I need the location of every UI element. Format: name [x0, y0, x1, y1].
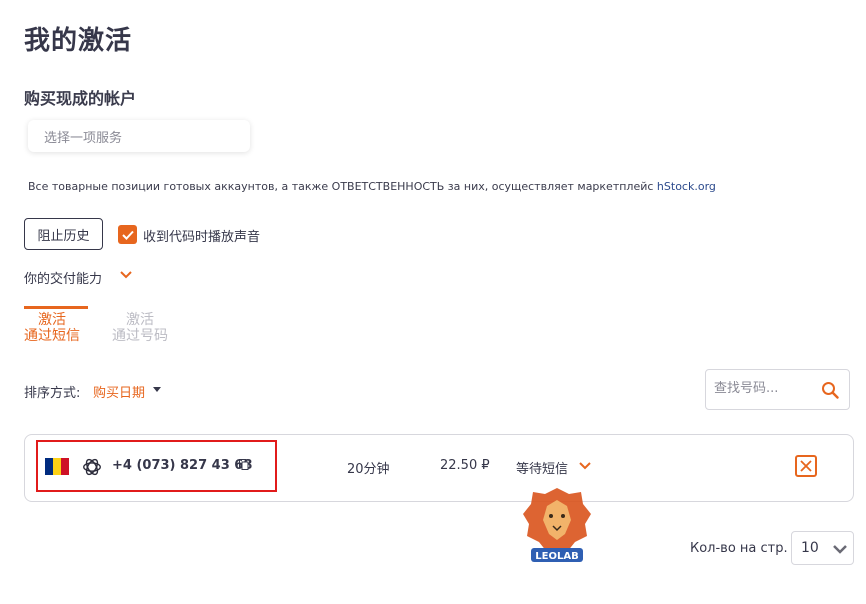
svg-text:LEOLAB: LEOLAB	[535, 551, 578, 562]
caret-down-icon[interactable]	[153, 387, 161, 392]
per-page-value: 10	[801, 540, 819, 556]
copy-icon[interactable]	[239, 459, 249, 470]
hstock-link[interactable]: hStock.org	[657, 180, 716, 193]
romania-flag-icon	[45, 458, 69, 475]
active-tab-indicator	[24, 306, 88, 309]
sort-label: 排序方式:	[24, 386, 81, 401]
block-history-button[interactable]: 阻止历史	[24, 218, 103, 250]
delivery-capacity-label[interactable]: 你的交付能力	[24, 268, 102, 287]
chevron-down-icon	[833, 545, 847, 554]
buy-accounts-title: 购买现成的帐户	[24, 89, 137, 108]
sound-checkbox-label[interactable]: 收到代码时播放声音	[143, 226, 260, 245]
openai-icon	[83, 458, 101, 476]
service-select[interactable]: 选择一项服务	[28, 120, 250, 152]
disclaimer-text: Все товарные позиции готовых аккаунтов, …	[28, 180, 657, 193]
service-select-placeholder: 选择一项服务	[44, 131, 123, 146]
checkmark-icon	[121, 230, 134, 240]
phone-number: +4 (073) 827 43 68	[112, 458, 253, 473]
tab-activation-sms[interactable]: 激活 通过短信	[24, 312, 80, 344]
sort-dropdown[interactable]: 购买日期	[93, 382, 145, 401]
lion-logo-icon: LEOLAB	[523, 488, 591, 562]
tab-activation-number[interactable]: 激活 通过号码	[112, 312, 168, 344]
per-page-label: Кол-во на стр.	[690, 541, 788, 556]
cancel-activation-button[interactable]	[795, 455, 817, 477]
chevron-down-icon[interactable]	[578, 460, 592, 472]
close-icon	[800, 460, 812, 472]
activation-price: 22.50 ₽	[440, 458, 490, 473]
sound-checkbox[interactable]	[118, 225, 137, 244]
tab-sms-line1: 激活	[38, 312, 66, 328]
tab-sms-line2: 通过短信	[24, 328, 80, 344]
tab-number-line1: 激活	[126, 312, 154, 328]
search-box[interactable]	[705, 369, 850, 410]
chevron-down-icon[interactable]	[118, 268, 134, 282]
search-icon[interactable]	[821, 381, 839, 399]
tab-number-line2: 通过号码	[112, 328, 168, 344]
marketplace-disclaimer: Все товарные позиции готовых аккаунтов, …	[28, 180, 716, 193]
activation-duration: 20分钟	[347, 462, 390, 477]
page-title: 我的激活	[24, 26, 133, 56]
search-input[interactable]	[714, 381, 814, 396]
per-page-select[interactable]: 10	[791, 531, 854, 565]
activation-status[interactable]: 等待短信	[516, 458, 568, 477]
